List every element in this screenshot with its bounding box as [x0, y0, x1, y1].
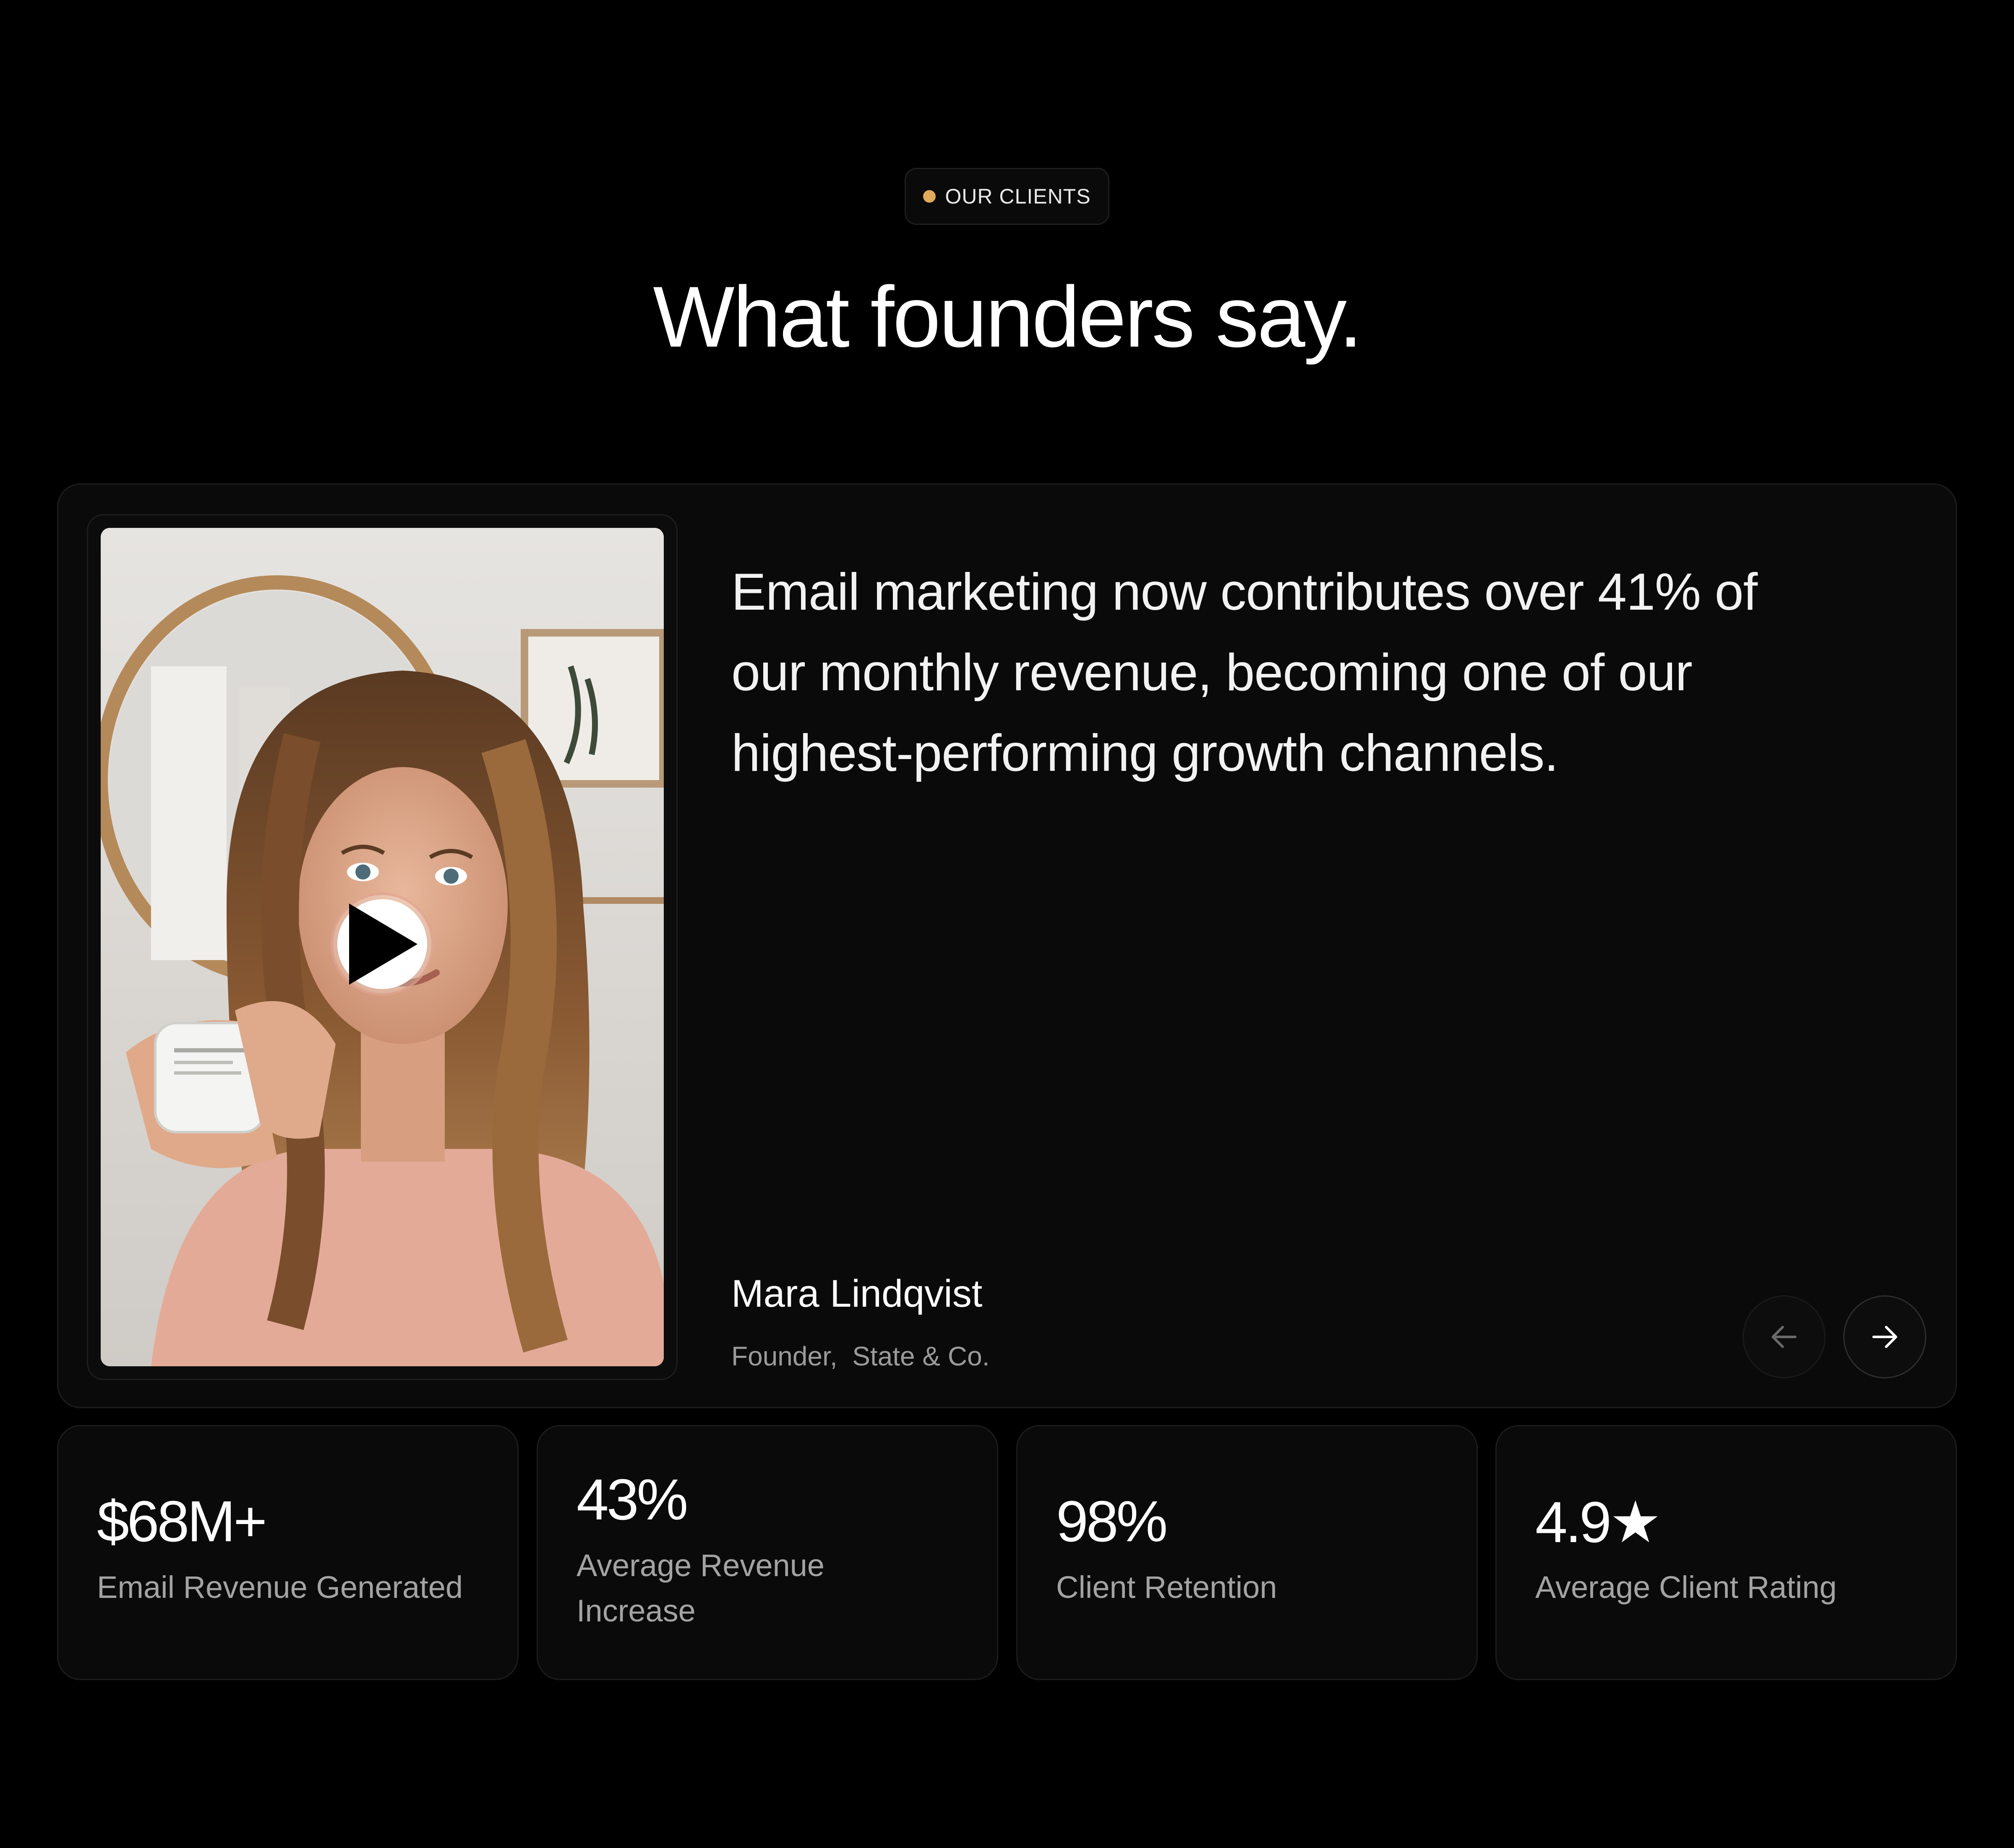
section-title: What founders say.: [653, 269, 1362, 365]
author-name: Mara Lindqvist: [731, 1272, 983, 1315]
next-button[interactable]: [1843, 1295, 1926, 1378]
testimonials-section: OUR CLIENTS What founders say. Email mar…: [0, 0, 2014, 1848]
badge-label: OUR CLIENTS: [945, 185, 1091, 208]
play-icon: [337, 899, 427, 989]
stat-value: $68M+: [97, 1489, 267, 1554]
stat-label: Email Revenue Generated: [97, 1570, 463, 1605]
stat-label: Client Retention: [1056, 1570, 1277, 1605]
arrow-left-icon: [1771, 1326, 1797, 1348]
stat-label: Average Client Rating: [1535, 1570, 1837, 1605]
stat-label: Average Revenue Increase: [577, 1548, 825, 1628]
stat-value: 98%: [1056, 1489, 1168, 1554]
play-button[interactable]: [331, 893, 434, 996]
badge-dot: [923, 190, 936, 203]
testimonial-card: Email marketing now contributes over 41%…: [57, 483, 1957, 1408]
previous-button[interactable]: [1743, 1295, 1826, 1378]
stat-card: 4.9★ Average Client Rating: [1495, 1425, 1957, 1680]
stat-card: 43% Average Revenue Increase: [537, 1425, 998, 1680]
arrow-right-icon: [1872, 1326, 1897, 1348]
author-role: Founder, State & Co.: [731, 1341, 990, 1371]
video-frame: [87, 514, 678, 1380]
testimonial-quote: Email marketing now contributes over 41%…: [731, 563, 1758, 782]
section-badge: OUR CLIENTS: [905, 168, 1109, 225]
stat-card: 98% Client Retention: [1016, 1425, 1478, 1680]
video-thumbnail[interactable]: [101, 528, 664, 1366]
stat-value: 43%: [577, 1467, 688, 1532]
stat-value: 4.9★: [1535, 1490, 1662, 1555]
stat-card: $68M+ Email Revenue Generated: [57, 1425, 519, 1680]
